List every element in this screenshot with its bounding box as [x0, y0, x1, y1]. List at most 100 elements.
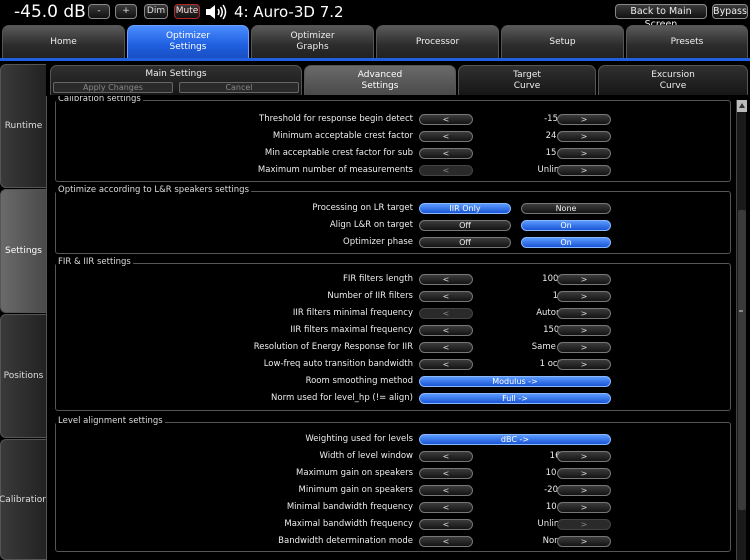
- tab-presets[interactable]: Presets: [626, 25, 748, 58]
- decrease-button[interactable]: <: [419, 114, 473, 125]
- subtab-excursion-curve[interactable]: Excursion Curve: [598, 65, 748, 95]
- main-tab-bar: Home Optimizer Settings Optimizer Graphs…: [0, 25, 750, 58]
- volume-up-button[interactable]: +: [115, 4, 137, 19]
- mute-button[interactable]: Mute: [174, 4, 200, 19]
- row-label: Low-freq auto transition bandwidth: [263, 359, 413, 369]
- scroll-thumb[interactable]: [738, 210, 746, 510]
- dim-button[interactable]: Dim: [144, 4, 168, 19]
- side-tab-positions[interactable]: Positions: [0, 314, 46, 438]
- row-resolution: Resolution of Energy Response for IIR < …: [47, 340, 736, 357]
- option-none[interactable]: None: [521, 203, 611, 214]
- decrease-button[interactable]: <: [419, 468, 473, 479]
- row-threshold: Threshold for response begin detect < -1…: [47, 112, 736, 129]
- back-to-main-screen-button[interactable]: Back to Main Screen: [615, 4, 707, 30]
- row-label: Minimum acceptable crest factor: [272, 131, 413, 141]
- increase-button[interactable]: >: [557, 291, 611, 302]
- weighting-selector[interactable]: dBC ->: [419, 434, 611, 445]
- tab-processor[interactable]: Processor: [376, 25, 499, 58]
- increase-button[interactable]: >: [557, 451, 611, 462]
- row-label: IIR filters minimal frequency: [292, 308, 413, 318]
- group-title: FIR & IIR settings: [56, 257, 133, 267]
- row-label: Maximum number of measurements: [257, 165, 413, 175]
- row-label: Threshold for response begin detect: [259, 114, 413, 124]
- decrease-button[interactable]: <: [419, 359, 473, 370]
- decrease-button[interactable]: <: [419, 131, 473, 142]
- apply-changes-button[interactable]: Apply Changes: [53, 82, 173, 93]
- decrease-button[interactable]: <: [419, 148, 473, 159]
- volume-down-button[interactable]: -: [88, 4, 110, 19]
- increase-button[interactable]: >: [557, 485, 611, 496]
- row-align-lr: Align L&R on target Off On: [47, 218, 736, 235]
- tab-setup[interactable]: Setup: [501, 25, 624, 58]
- option-on[interactable]: On: [521, 237, 611, 248]
- increase-button[interactable]: >: [557, 274, 611, 285]
- increase-button[interactable]: >: [557, 308, 611, 319]
- settings-panel: Calibration settings Threshold for respo…: [46, 96, 736, 560]
- tab-optimizer-graphs-label: Optimizer Graphs: [290, 31, 335, 52]
- row-label: Norm used for level_hp (!= align): [271, 393, 413, 403]
- tab-optimizer-settings[interactable]: Optimizer Settings: [127, 25, 249, 58]
- increase-button[interactable]: >: [557, 165, 611, 176]
- bypass-button[interactable]: Bypass: [712, 4, 748, 19]
- row-label: Width of level window: [319, 451, 413, 461]
- increase-button[interactable]: >: [557, 519, 611, 530]
- decrease-button[interactable]: <: [419, 165, 473, 176]
- row-iir-number: Number of IIR filters < 10 >: [47, 289, 736, 306]
- decrease-button[interactable]: <: [419, 308, 473, 319]
- row-iir-min-freq: IIR filters minimal frequency < Automati…: [47, 306, 736, 323]
- row-label: Minimum gain on speakers: [298, 485, 413, 495]
- row-processing-lr: Processing on LR target IIR Only None: [47, 201, 736, 218]
- speaker-icon: [206, 4, 227, 20]
- decrease-button[interactable]: <: [419, 502, 473, 513]
- side-tab-settings[interactable]: Settings: [0, 189, 46, 313]
- subtab-main-settings[interactable]: Main Settings Apply Changes Cancel: [50, 65, 302, 95]
- group-title: Level alignment settings: [56, 416, 165, 426]
- row-label: Optimizer phase: [343, 237, 413, 247]
- side-tab-runtime[interactable]: Runtime: [0, 64, 46, 188]
- subtab-advanced-label: Advanced Settings: [357, 69, 403, 91]
- current-preset: 4: Auro-3D 7.2: [234, 3, 344, 21]
- increase-button[interactable]: >: [557, 342, 611, 353]
- scroll-up-arrow-icon[interactable]: [737, 100, 747, 112]
- increase-button[interactable]: >: [557, 359, 611, 370]
- row-norm: Norm used for level_hp (!= align) Full -…: [47, 391, 736, 408]
- decrease-button[interactable]: <: [419, 342, 473, 353]
- decrease-button[interactable]: <: [419, 536, 473, 547]
- option-off[interactable]: Off: [419, 220, 511, 231]
- increase-button[interactable]: >: [557, 131, 611, 142]
- row-label: Align L&R on target: [329, 220, 413, 230]
- group-title: Optimize according to L&R speakers setti…: [56, 185, 251, 195]
- row-label: Processing on LR target: [312, 203, 413, 213]
- decrease-button[interactable]: <: [419, 451, 473, 462]
- increase-button[interactable]: >: [557, 114, 611, 125]
- group-title: Calibration settings: [56, 96, 143, 104]
- vertical-scrollbar[interactable]: [736, 100, 747, 560]
- room-smoothing-selector[interactable]: Modulus ->: [419, 376, 611, 387]
- decrease-button[interactable]: <: [419, 519, 473, 530]
- row-max-measurements: Maximum number of measurements < Unlimit…: [47, 163, 736, 180]
- row-room-smoothing: Room smoothing method Modulus ->: [47, 374, 736, 391]
- increase-button[interactable]: >: [557, 148, 611, 159]
- decrease-button[interactable]: <: [419, 325, 473, 336]
- decrease-button[interactable]: <: [419, 274, 473, 285]
- subtab-advanced-settings[interactable]: Advanced Settings: [304, 65, 456, 95]
- option-iir-only[interactable]: IIR Only: [419, 203, 511, 214]
- row-bandwidth-mode: Bandwidth determination mode < Normal >: [47, 534, 736, 551]
- side-tab-calibration[interactable]: Calibration: [0, 439, 48, 560]
- increase-button[interactable]: >: [557, 502, 611, 513]
- row-iir-max-freq: IIR filters maximal frequency < 150 Hz >: [47, 323, 736, 340]
- norm-selector[interactable]: Full ->: [419, 393, 611, 404]
- option-off[interactable]: Off: [419, 237, 511, 248]
- increase-button[interactable]: >: [557, 325, 611, 336]
- subtab-target-curve[interactable]: Target Curve: [458, 65, 596, 95]
- increase-button[interactable]: >: [557, 468, 611, 479]
- tab-optimizer-graphs[interactable]: Optimizer Graphs: [251, 25, 374, 58]
- decrease-button[interactable]: <: [419, 291, 473, 302]
- cancel-button[interactable]: Cancel: [179, 82, 299, 93]
- option-on[interactable]: On: [521, 220, 611, 231]
- top-status-bar: -45.0 dB - + Dim Mute 4: Auro-3D 7.2 Bac…: [0, 0, 750, 30]
- increase-button[interactable]: >: [557, 536, 611, 547]
- decrease-button[interactable]: <: [419, 485, 473, 496]
- tab-home[interactable]: Home: [2, 25, 125, 58]
- row-crest: Minimum acceptable crest factor < 24 dB …: [47, 129, 736, 146]
